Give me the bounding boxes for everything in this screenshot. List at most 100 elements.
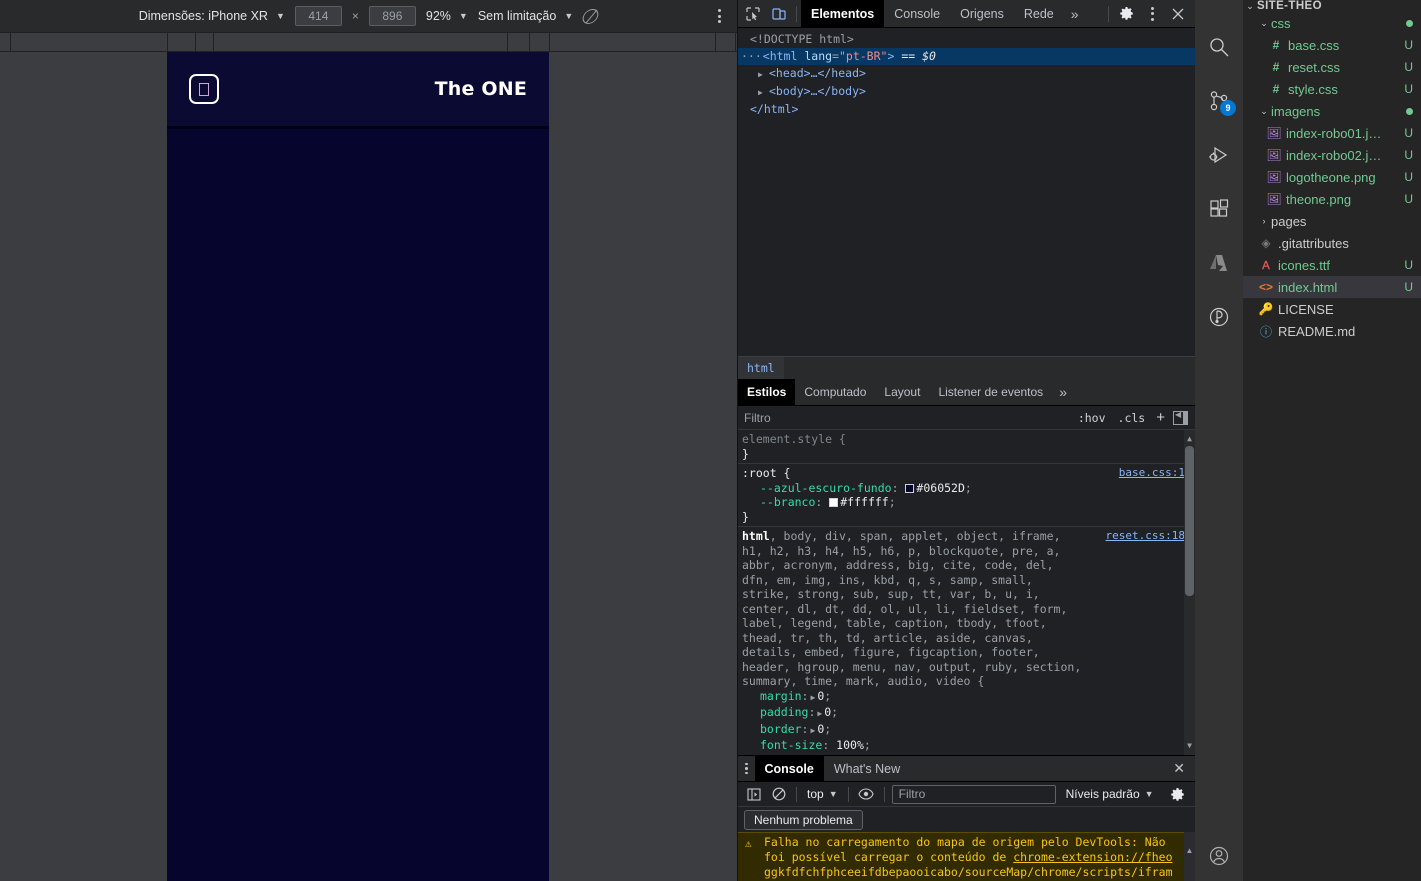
rule-reset[interactable]: reset.css:18 html, body, div, span, appl… [738,527,1195,755]
file-logotheone-png[interactable]: 🖼 logotheone.png U [1243,166,1421,188]
file-icones-ttf[interactable]: Ａ icones.ttf U [1243,254,1421,276]
extensions-icon[interactable] [1195,192,1243,226]
clear-console-icon[interactable] [768,784,789,805]
emulated-viewport[interactable]: The ONE [0,52,737,881]
tab-estilos[interactable]: Estilos [738,378,796,406]
devtools-more-options-icon[interactable] [1139,1,1165,27]
zoom-selector[interactable]: 92% ▼ [426,9,468,23]
color-swatch[interactable] [905,483,915,493]
folder-imagens[interactable]: ⌄ imagens [1243,100,1421,122]
gear-icon[interactable] [1113,1,1139,27]
drawer-tab-console[interactable]: Console [754,755,824,782]
device-preset-selector[interactable]: Dimensões: iPhone XR ▼ [139,9,285,23]
chevron-right-icon[interactable]: ▶ [758,84,769,101]
hov-toggle-button[interactable]: :hov [1072,411,1112,425]
console-scrollbar[interactable]: ▲ [1184,832,1195,881]
styles-scrollbar[interactable]: ▲ ▼ [1184,430,1195,755]
more-tabs-icon[interactable]: » [1064,6,1086,22]
dom-node-head[interactable]: ▶ <head>…</head> [738,65,1195,83]
expand-triangle-icon[interactable]: ▶ [815,709,824,718]
folder-css[interactable]: ⌄ css [1243,12,1421,34]
chevron-down-icon[interactable]: ⌄ [1257,106,1271,117]
device-toolbar-more-options-icon[interactable] [714,5,725,27]
tab-computado[interactable]: Computado [795,379,875,406]
declaration-font-size[interactable]: font-size: 100%; [742,738,1195,753]
breadcrumb-item-html[interactable]: html [738,356,784,380]
file-explorer[interactable]: ⌄ SITE-THEO ⌄ css # base.css U # reset.c… [1243,0,1421,881]
inspect-element-icon[interactable] [740,1,766,27]
cls-toggle-button[interactable]: .cls [1112,411,1152,425]
chevron-down-icon[interactable]: ⌄ [1243,1,1257,12]
scroll-down-arrow-icon[interactable]: ▼ [1185,739,1194,754]
rule-source-link[interactable]: base.css:1 [1119,466,1185,481]
tab-elementos[interactable]: Elementos [801,0,885,28]
file-index-robo01[interactable]: 🖼 index-robo01.j… U [1243,122,1421,144]
tab-rede[interactable]: Rede [1014,0,1064,28]
account-icon[interactable] [1195,839,1243,873]
file-base-css[interactable]: # base.css U [1243,34,1421,56]
color-swatch[interactable] [829,498,839,507]
rule-root[interactable]: base.css:1 :root { --azul-escuro-fundo: … [738,464,1195,527]
azure-icon[interactable] [1195,246,1243,280]
console-levels-selector[interactable]: Níveis padrão ▼ [1066,787,1154,801]
search-icon[interactable] [1195,30,1243,64]
declaration-margin[interactable]: margin: ▶ 0; [742,689,1195,706]
source-control-icon[interactable]: 9 [1195,84,1243,118]
folder-pages[interactable]: › pages [1243,210,1421,232]
console-sidebar-icon[interactable] [743,784,764,805]
toggle-sidebar-icon[interactable] [1173,410,1188,425]
drawer-close-icon[interactable]: ✕ [1163,760,1195,777]
console-context-selector[interactable]: top ▼ [804,787,841,801]
dom-node-body[interactable]: ▶ <body>…</body> [738,83,1195,101]
tab-console[interactable]: Console [884,0,950,28]
new-style-rule-button[interactable]: + [1151,409,1170,426]
viewport-width-input[interactable]: 414 [294,6,342,26]
console-settings-gear-icon[interactable] [1169,784,1190,805]
tab-listener-eventos[interactable]: Listener de eventos [929,379,1052,406]
tab-origens[interactable]: Origens [950,0,1014,28]
dom-node-html[interactable]: ···<html lang="pt-BR"> == $0 [738,48,1195,65]
file-gitattributes[interactable]: ◈ .gitattributes [1243,232,1421,254]
declaration-azul-escuro-fundo[interactable]: --azul-escuro-fundo: #06052D; [742,481,1195,496]
console-warning-message[interactable]: ⚠ Falha no carregamento do mapa de orige… [738,832,1195,881]
live-expression-icon[interactable] [856,784,877,805]
issues-status-button[interactable]: Nenhum problema [744,810,863,830]
logo-square-icon[interactable] [189,74,219,104]
tab-layout[interactable]: Layout [875,379,929,406]
testing-icon[interactable] [1195,300,1243,334]
chevron-right-icon[interactable]: ▶ [758,66,769,83]
viewport-height-input[interactable]: 896 [368,6,416,26]
file-theone-png[interactable]: 🖼 theone.png U [1243,188,1421,210]
file-style-css[interactable]: # style.css U [1243,78,1421,100]
rule-element-style[interactable]: element.style { } [738,430,1195,464]
explorer-root-row[interactable]: ⌄ SITE-THEO [1243,0,1421,12]
file-readme-md[interactable]: ⓘ README.md [1243,320,1421,342]
declaration-border[interactable]: border: ▶ 0; [742,722,1195,739]
rule-source-link[interactable]: reset.css:18 [1106,529,1185,544]
styles-more-tabs-icon[interactable]: » [1052,384,1074,400]
expand-triangle-icon[interactable]: ▶ [808,726,817,735]
device-toolbar-icon[interactable] [766,1,792,27]
chevron-right-icon[interactable]: › [1257,216,1271,226]
file-index-robo02[interactable]: 🖼 index-robo02.j… U [1243,144,1421,166]
close-icon[interactable] [1165,1,1191,27]
styles-filter-input[interactable] [738,406,1072,429]
scroll-up-arrow-icon[interactable]: ▲ [1185,432,1194,447]
chevron-down-icon[interactable]: ⌄ [1257,18,1271,29]
declaration-padding[interactable]: padding: ▶ 0; [742,705,1195,722]
expand-triangle-icon[interactable]: ▶ [808,693,817,702]
warning-source-link[interactable]: chrome-extension://fheo [1013,850,1172,864]
dom-tree[interactable]: <!DOCTYPE html> ···<html lang="pt-BR"> =… [738,28,1195,356]
scroll-up-arrow-icon[interactable]: ▲ [1185,846,1194,855]
file-license[interactable]: 🔑 LICENSE [1243,298,1421,320]
console-messages[interactable]: ⚠ Falha no carregamento do mapa de orige… [738,832,1195,881]
drawer-tab-whats-new[interactable]: What's New [824,756,910,782]
file-reset-css[interactable]: # reset.css U [1243,56,1421,78]
console-filter-input[interactable] [891,784,1056,804]
throttling-selector[interactable]: Sem limitação ▼ [478,9,573,23]
no-throttling-icon[interactable] [583,9,598,24]
file-index-html[interactable]: <> index.html U [1243,276,1421,298]
styles-rules-list[interactable]: element.style { } base.css:1 :root { --a… [738,430,1195,755]
declaration-branco[interactable]: --branco: #ffffff; [742,495,1195,510]
run-debug-icon[interactable] [1195,138,1243,172]
